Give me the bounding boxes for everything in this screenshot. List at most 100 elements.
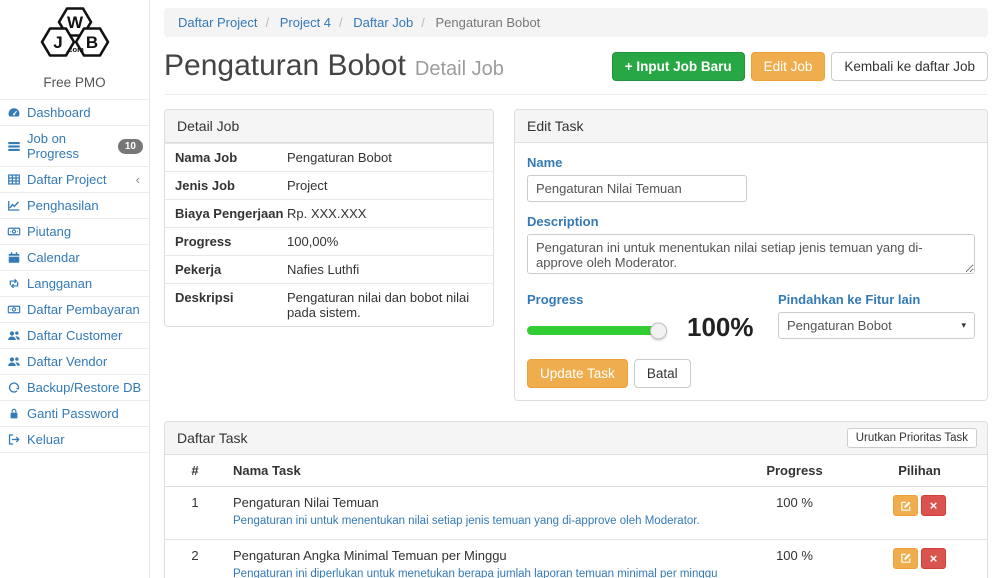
detail-row: Biaya PengerjaanRp. XXX.XXX xyxy=(165,199,493,227)
column-header-actions: Pilihan xyxy=(852,455,987,487)
task-name-input[interactable] xyxy=(527,175,747,202)
sort-priority-button-top[interactable]: Urutkan Prioritas Task xyxy=(847,428,977,448)
app-window: W J B .com Free PMO Dashboard Job on Pro… xyxy=(0,0,1000,578)
dashboard-icon xyxy=(7,106,21,119)
task-name-label: Name xyxy=(527,155,975,170)
task-progress: 100 % xyxy=(737,487,852,540)
sidebar-item-label: Penghasilan xyxy=(27,198,99,213)
sidebar-item-calendar[interactable]: Calendar xyxy=(0,244,149,270)
cancel-button[interactable]: Batal xyxy=(634,359,691,388)
sidebar-item-daftar-vendor[interactable]: Daftar Vendor xyxy=(0,348,149,374)
page-subtitle: Detail Job xyxy=(415,52,504,81)
sidebar-item-label: Daftar Pembayaran xyxy=(27,302,140,317)
sidebar-item-piutang[interactable]: Piutang xyxy=(0,218,149,244)
task-progress-label: Progress xyxy=(527,292,760,307)
chevron-left-icon: ‹ xyxy=(136,172,143,187)
task-list-panel-title: Daftar Task xyxy=(177,430,248,446)
sidebar-item-label: Daftar Vendor xyxy=(27,354,107,369)
sidebar-item-daftar-pembayaran[interactable]: Daftar Pembayaran xyxy=(0,296,149,322)
main-content: Daftar Project Project 4 Daftar Job Peng… xyxy=(150,0,1000,578)
chevron-down-icon: ▾ xyxy=(961,320,966,331)
task-name: Pengaturan Nilai Temuan xyxy=(233,495,729,510)
detail-job-panel: Detail Job Nama JobPengaturan Bobot Jeni… xyxy=(164,109,494,327)
refresh-icon xyxy=(7,381,21,394)
svg-text:J: J xyxy=(53,33,62,52)
sidebar-item-label: Backup/Restore DB xyxy=(27,380,141,395)
svg-text:.com: .com xyxy=(66,45,84,54)
sidebar-item-daftar-customer[interactable]: Daftar Customer xyxy=(0,322,149,348)
sign-out-icon xyxy=(7,433,21,446)
sidebar: W J B .com Free PMO Dashboard Job on Pro… xyxy=(0,0,150,578)
move-feature-select[interactable]: Pengaturan Bobot ▾ xyxy=(778,312,975,339)
edit-task-button[interactable] xyxy=(893,495,918,516)
detail-row: PekerjaNafies Luthfi xyxy=(165,255,493,283)
sidebar-item-ganti-password[interactable]: Ganti Password xyxy=(0,400,149,426)
calendar-icon xyxy=(7,251,21,264)
sidebar-item-dashboard[interactable]: Dashboard xyxy=(0,99,149,125)
sidebar-item-label: Dashboard xyxy=(27,105,91,120)
users-icon xyxy=(7,329,21,342)
input-job-baru-button[interactable]: + Input Job Baru xyxy=(612,52,745,81)
table-row: 2 Pengaturan Angka Minimal Temuan per Mi… xyxy=(165,539,987,578)
sidebar-item-label: Ganti Password xyxy=(27,406,119,421)
sidebar-item-label: Piutang xyxy=(27,224,71,239)
update-task-button[interactable]: Update Task xyxy=(527,359,628,388)
users-icon xyxy=(7,355,21,368)
sidebar-item-langganan[interactable]: Langganan xyxy=(0,270,149,296)
breadcrumb-daftar-project[interactable]: Daftar Project xyxy=(178,15,257,30)
sidebar-item-backup-restore[interactable]: Backup/Restore DB xyxy=(0,374,149,400)
detail-row: DeskripsiPengaturan nilai dan bobot nila… xyxy=(165,283,493,326)
brand-name: Free PMO xyxy=(0,73,149,99)
task-table: # Nama Task Progress Pilihan 1 Pengatura… xyxy=(165,455,987,578)
task-progress: 100 % xyxy=(737,539,852,578)
edit-task-panel-title: Edit Task xyxy=(515,110,987,143)
edit-task-button[interactable] xyxy=(893,548,918,569)
column-header-progress: Progress xyxy=(737,455,852,487)
progress-slider-handle[interactable] xyxy=(650,322,667,339)
delete-task-button[interactable]: × xyxy=(921,495,946,516)
sidebar-item-label: Daftar Customer xyxy=(27,328,122,343)
detail-job-panel-title: Detail Job xyxy=(165,110,493,143)
sidebar-item-daftar-project[interactable]: Daftar Project ‹ xyxy=(0,166,149,192)
job-count-badge: 10 xyxy=(118,139,143,154)
task-description-textarea[interactable]: Pengaturan ini untuk menentukan nilai se… xyxy=(527,234,975,274)
column-header-num: # xyxy=(165,455,225,487)
breadcrumb-current: Pengaturan Bobot xyxy=(413,15,540,30)
pencil-square-icon xyxy=(900,500,912,512)
task-description-label: Description xyxy=(527,214,975,229)
detail-row: Jenis JobProject xyxy=(165,171,493,199)
task-description: Pengaturan ini untuk menentukan nilai se… xyxy=(233,513,729,531)
progress-percent-value: 100% xyxy=(687,312,754,343)
sidebar-item-job-on-progress[interactable]: Job on Progress 10 xyxy=(0,125,149,166)
brand-logo: W J B .com xyxy=(0,0,149,73)
breadcrumb-project-4[interactable]: Project 4 xyxy=(257,15,331,30)
line-chart-icon xyxy=(7,199,21,212)
sidebar-item-label: Daftar Project xyxy=(27,172,106,187)
sidebar-item-label: Job on Progress xyxy=(27,131,112,161)
column-header-name: Nama Task xyxy=(225,455,737,487)
sidebar-item-label: Langganan xyxy=(27,276,92,291)
svg-text:W: W xyxy=(66,13,83,32)
progress-slider[interactable] xyxy=(527,326,659,335)
sidebar-item-label: Keluar xyxy=(27,432,65,447)
back-to-job-list-button[interactable]: Kembali ke daftar Job xyxy=(831,52,988,81)
delete-task-button[interactable]: × xyxy=(921,548,946,569)
edit-task-panel: Edit Task Name Description Pengaturan in… xyxy=(514,109,988,401)
lock-icon xyxy=(7,407,21,420)
task-description: Pengaturan ini diperlukan untuk menetuka… xyxy=(233,566,729,578)
task-list-panel: Daftar Task Urutkan Prioritas Task # Nam… xyxy=(164,421,988,578)
page-title: Pengaturan Bobot xyxy=(164,49,406,83)
edit-job-button[interactable]: Edit Job xyxy=(751,52,826,81)
move-feature-label: Pindahkan ke Fitur lain xyxy=(778,292,975,307)
task-number: 1 xyxy=(165,487,225,540)
tasks-icon xyxy=(7,140,21,153)
money-icon xyxy=(7,303,21,316)
sidebar-item-penghasilan[interactable]: Penghasilan xyxy=(0,192,149,218)
page-header: Pengaturan Bobot Detail Job + Input Job … xyxy=(164,49,988,95)
breadcrumb-daftar-job[interactable]: Daftar Job xyxy=(331,15,413,30)
task-number: 2 xyxy=(165,539,225,578)
sidebar-item-keluar[interactable]: Keluar xyxy=(0,426,149,453)
close-icon: × xyxy=(930,552,938,565)
retweet-icon xyxy=(7,277,21,290)
table-row: 1 Pengaturan Nilai Temuan Pengaturan ini… xyxy=(165,487,987,540)
